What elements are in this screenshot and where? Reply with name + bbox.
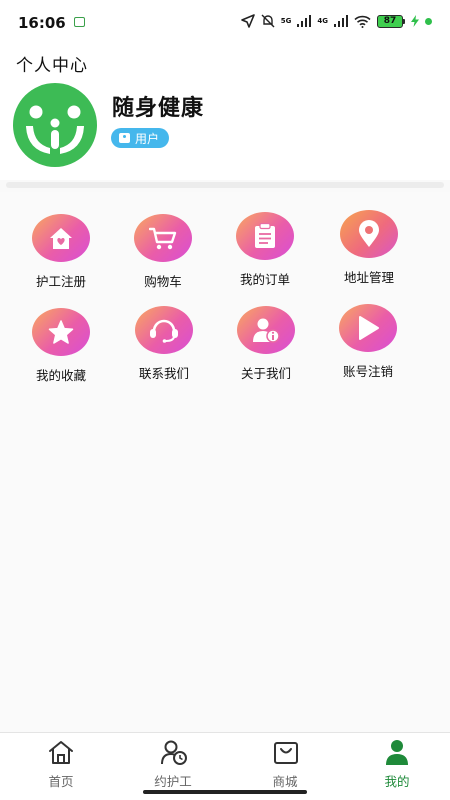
menu-item-delete-account[interactable]: 账号注销 [318, 304, 418, 394]
menu-label: 关于我们 [240, 366, 291, 381]
notification-icon [74, 17, 85, 27]
bell-muted-icon [261, 14, 275, 28]
user-info-icon [237, 306, 295, 354]
network-4g-label: 4G [317, 16, 328, 25]
play-icon [339, 304, 397, 352]
menu-panel: 护工注册 购物车 我的订单 地址管理 我的收藏 联系我们 关于我们 账号注销 [0, 192, 450, 732]
home-icon [49, 741, 73, 764]
menu-item-shopping-cart[interactable]: 购物车 [113, 214, 213, 304]
status-icons: 5G 4G 87 [240, 12, 432, 30]
app-logo-icon [13, 83, 97, 167]
shopping-cart-icon [134, 214, 192, 262]
tab-home[interactable]: 首页 [16, 739, 106, 789]
charging-bolt-icon [411, 15, 419, 27]
menu-item-my-favorites[interactable]: 我的收藏 [11, 308, 111, 398]
menu-label: 护工注册 [35, 274, 86, 289]
menu-label: 账号注销 [342, 364, 393, 379]
signal-icon [297, 15, 312, 27]
headset-icon [135, 306, 193, 354]
signal-icon [334, 15, 348, 27]
tab-book-caregiver[interactable]: 约护工 [128, 739, 218, 789]
menu-item-contact-us[interactable]: 联系我们 [114, 306, 214, 396]
status-dot-icon [425, 17, 432, 25]
role-badge: 用户 [111, 128, 170, 148]
menu-label: 地址管理 [343, 270, 394, 285]
profile-header: 个人中心 随身健康 用户 [0, 44, 450, 180]
role-badge-label: 用户 [135, 131, 160, 146]
menu-label: 购物车 [144, 274, 182, 289]
tab-mine[interactable]: 我的 [352, 739, 442, 789]
location-pin-icon [340, 210, 398, 258]
menu-item-about-us[interactable]: 关于我们 [216, 306, 316, 396]
tab-label: 约护工 [154, 774, 192, 789]
menu-item-address-management[interactable]: 地址管理 [319, 210, 419, 300]
menu-item-my-orders[interactable]: 我的订单 [215, 212, 315, 302]
home-indicator [143, 790, 307, 794]
menu-label: 我的收藏 [35, 368, 86, 383]
clipboard-icon [236, 212, 294, 260]
status-time: 16:06 [18, 14, 66, 32]
section-divider [6, 182, 444, 188]
caregiver-clock-icon [161, 740, 187, 765]
wifi-icon [354, 15, 371, 28]
shopping-bag-icon [274, 742, 298, 764]
battery-icon: 87 [377, 14, 405, 28]
menu-label: 我的订单 [239, 272, 290, 287]
status-bar: 16:06 5G 4G 87 [0, 0, 450, 44]
house-heart-icon [32, 214, 90, 262]
tab-label: 商城 [272, 774, 298, 789]
battery-level: 87 [377, 14, 403, 28]
page-title: 个人中心 [16, 56, 88, 76]
id-card-icon [119, 133, 130, 143]
menu-item-caregiver-register[interactable]: 护工注册 [11, 214, 111, 304]
network-5g-label: 5G [280, 16, 292, 25]
star-icon [32, 308, 90, 356]
tab-label: 首页 [48, 774, 74, 789]
location-arrow-icon [240, 14, 255, 28]
person-icon [386, 740, 408, 765]
tab-mall[interactable]: 商城 [240, 739, 330, 789]
tab-label: 我的 [384, 774, 410, 789]
app-name: 随身健康 [112, 96, 205, 121]
menu-label: 联系我们 [138, 366, 189, 381]
